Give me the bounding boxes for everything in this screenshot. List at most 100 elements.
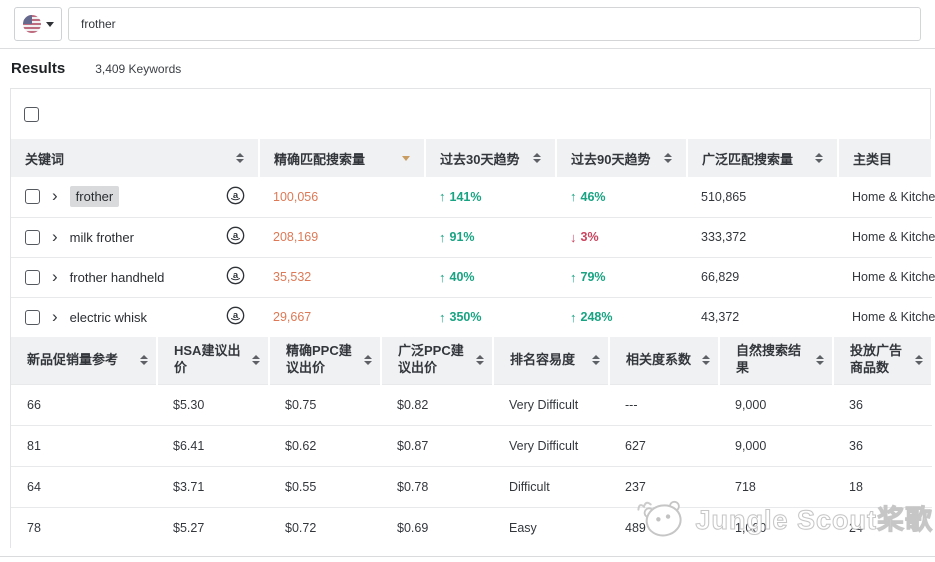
column-header-label: 相关度系数 — [626, 352, 691, 369]
amazon-link-icon[interactable]: a — [226, 226, 245, 248]
category-cell: Home & Kitchen — [838, 217, 932, 257]
category-cell: Home & Kitchen — [838, 297, 932, 337]
arrow-up-icon: ↑ — [570, 189, 577, 204]
trend-up-value: ↑46% — [556, 177, 687, 217]
metrics-table: 新品促销量参考 HSA建议出价精确PPC建议出价广泛PPC建议出价 排名容易度 相关度… — [11, 337, 933, 548]
sort-icon[interactable] — [533, 153, 541, 163]
rank-ease-cell: Difficult — [493, 466, 609, 507]
row-checkbox[interactable] — [25, 310, 40, 325]
column-header[interactable]: 广泛PPC建议出价 — [381, 337, 493, 384]
keyword-table-row: ›milk frothera208,169↑91%↓3%333,372Home … — [11, 217, 932, 257]
category-cell: Home & Kitchen — [838, 257, 932, 297]
keyword-table-row: ›frothera100,056↑141%↑46%510,865Home & K… — [11, 177, 932, 217]
column-header[interactable]: 过去90天趋势 — [556, 139, 687, 177]
column-header[interactable]: 自然搜索结果 — [719, 337, 833, 384]
promo-sales-ref-cell: 81 — [11, 425, 157, 466]
arrow-up-icon: ↑ — [439, 310, 446, 325]
promo-sales-ref-cell: 78 — [11, 507, 157, 548]
results-bar: Results 3,409 Keywords — [0, 49, 935, 88]
sort-icon[interactable] — [915, 355, 923, 365]
sponsored-products-cell: 18 — [833, 466, 932, 507]
relevancy-score-cell: --- — [609, 384, 719, 425]
sort-icon[interactable] — [815, 153, 823, 163]
keyword-cell: › milk frother a — [11, 217, 259, 257]
keyword-text[interactable]: frother — [70, 186, 120, 207]
sort-icon[interactable] — [364, 355, 372, 365]
column-header[interactable]: 投放广告商品数 — [833, 337, 932, 384]
keyword-cell: › frother handheld a — [11, 257, 259, 297]
column-header[interactable]: 关键词 — [11, 139, 259, 177]
sort-icon[interactable] — [816, 355, 824, 365]
column-header-label: 广泛PPC建议出价 — [398, 343, 472, 377]
marketplace-selector[interactable] — [14, 7, 62, 41]
keyword-text[interactable]: frother handheld — [70, 270, 214, 285]
broad-match-volume: 66,829 — [687, 257, 838, 297]
keyword-table-body: ›frothera100,056↑141%↑46%510,865Home & K… — [11, 177, 932, 337]
sort-icon[interactable] — [140, 355, 148, 365]
column-header-label: 投放广告商品数 — [850, 343, 911, 377]
chevron-right-icon[interactable]: › — [52, 268, 58, 285]
sponsored-products-cell: 36 — [833, 425, 932, 466]
exact-ppc-bid-cell: $0.55 — [269, 466, 381, 507]
column-header-label: HSA建议出价 — [174, 343, 248, 377]
sort-icon[interactable] — [252, 355, 260, 365]
sort-desc-active-icon[interactable] — [402, 156, 410, 161]
trend-up-value: ↑248% — [556, 297, 687, 337]
organic-results-cell: 9,000 — [719, 425, 833, 466]
keyword-table-header-row: 关键词精确匹配搜索量过去30天趋势 过去90天趋势广泛匹配搜索量 主类目 — [11, 139, 932, 177]
rank-ease-cell: Very Difficult — [493, 384, 609, 425]
hsa-bid-cell: $5.27 — [157, 507, 269, 548]
organic-results-cell: 718 — [719, 466, 833, 507]
select-all-checkbox[interactable] — [24, 107, 39, 122]
column-header-label: 广泛匹配搜索量 — [702, 149, 793, 168]
column-header[interactable]: 精确PPC建议出价 — [269, 337, 381, 384]
column-header[interactable]: 主类目 — [838, 139, 932, 177]
column-header-label: 排名容易度 — [510, 352, 575, 369]
sort-icon[interactable] — [592, 355, 600, 365]
row-checkbox[interactable] — [25, 230, 40, 245]
amazon-link-icon[interactable]: a — [226, 186, 245, 208]
exact-match-volume: 35,532 — [259, 257, 425, 297]
sort-icon[interactable] — [664, 153, 672, 163]
metrics-table-row: 64$3.71$0.55$0.78Difficult23771818 — [11, 466, 932, 507]
arrow-up-icon: ↑ — [570, 310, 577, 325]
exact-ppc-bid-cell: $0.62 — [269, 425, 381, 466]
keyword-text[interactable]: electric whisk — [70, 310, 214, 325]
broad-ppc-bid-cell: $0.69 — [381, 507, 493, 548]
column-header[interactable]: 精确匹配搜索量 — [259, 139, 425, 177]
relevancy-score-cell: 627 — [609, 425, 719, 466]
column-header[interactable]: HSA建议出价 — [157, 337, 269, 384]
relevancy-score-cell: 237 — [609, 466, 719, 507]
keyword-cell: › frother a — [11, 177, 259, 217]
row-checkbox[interactable] — [25, 189, 40, 204]
column-header[interactable]: 新品促销量参考 — [11, 337, 157, 384]
sort-icon[interactable] — [236, 153, 244, 163]
column-header-label: 主类目 — [853, 149, 892, 168]
keyword-text[interactable]: milk frother — [70, 230, 214, 245]
keyword-search-input[interactable] — [68, 7, 921, 41]
sort-icon[interactable] — [476, 355, 484, 365]
column-header[interactable]: 过去30天趋势 — [425, 139, 556, 177]
chevron-right-icon[interactable]: › — [52, 187, 58, 204]
broad-ppc-bid-cell: $0.82 — [381, 384, 493, 425]
broad-ppc-bid-cell: $0.87 — [381, 425, 493, 466]
column-header-label: 自然搜索结果 — [736, 343, 812, 377]
column-header[interactable]: 排名容易度 — [493, 337, 609, 384]
select-all-row — [11, 89, 930, 139]
trend-up-value: ↑91% — [425, 217, 556, 257]
arrow-down-icon: ↓ — [570, 230, 577, 245]
organic-results-cell: 9,000 — [719, 384, 833, 425]
column-header[interactable]: 相关度系数 — [609, 337, 719, 384]
amazon-link-icon[interactable]: a — [226, 266, 245, 288]
results-count: 3,409 Keywords — [95, 62, 181, 76]
row-checkbox[interactable] — [25, 270, 40, 285]
sort-icon[interactable] — [702, 355, 710, 365]
column-header[interactable]: 广泛匹配搜索量 — [687, 139, 838, 177]
chevron-right-icon[interactable]: › — [52, 308, 58, 325]
column-header-label: 过去30天趋势 — [440, 149, 519, 168]
amazon-link-icon[interactable]: a — [226, 306, 245, 328]
us-flag-icon — [23, 15, 41, 33]
metrics-table-row: 78$5.27$0.72$0.69Easy4891,00024 — [11, 507, 932, 548]
chevron-right-icon[interactable]: › — [52, 228, 58, 245]
trend-down-value: ↓3% — [556, 217, 687, 257]
